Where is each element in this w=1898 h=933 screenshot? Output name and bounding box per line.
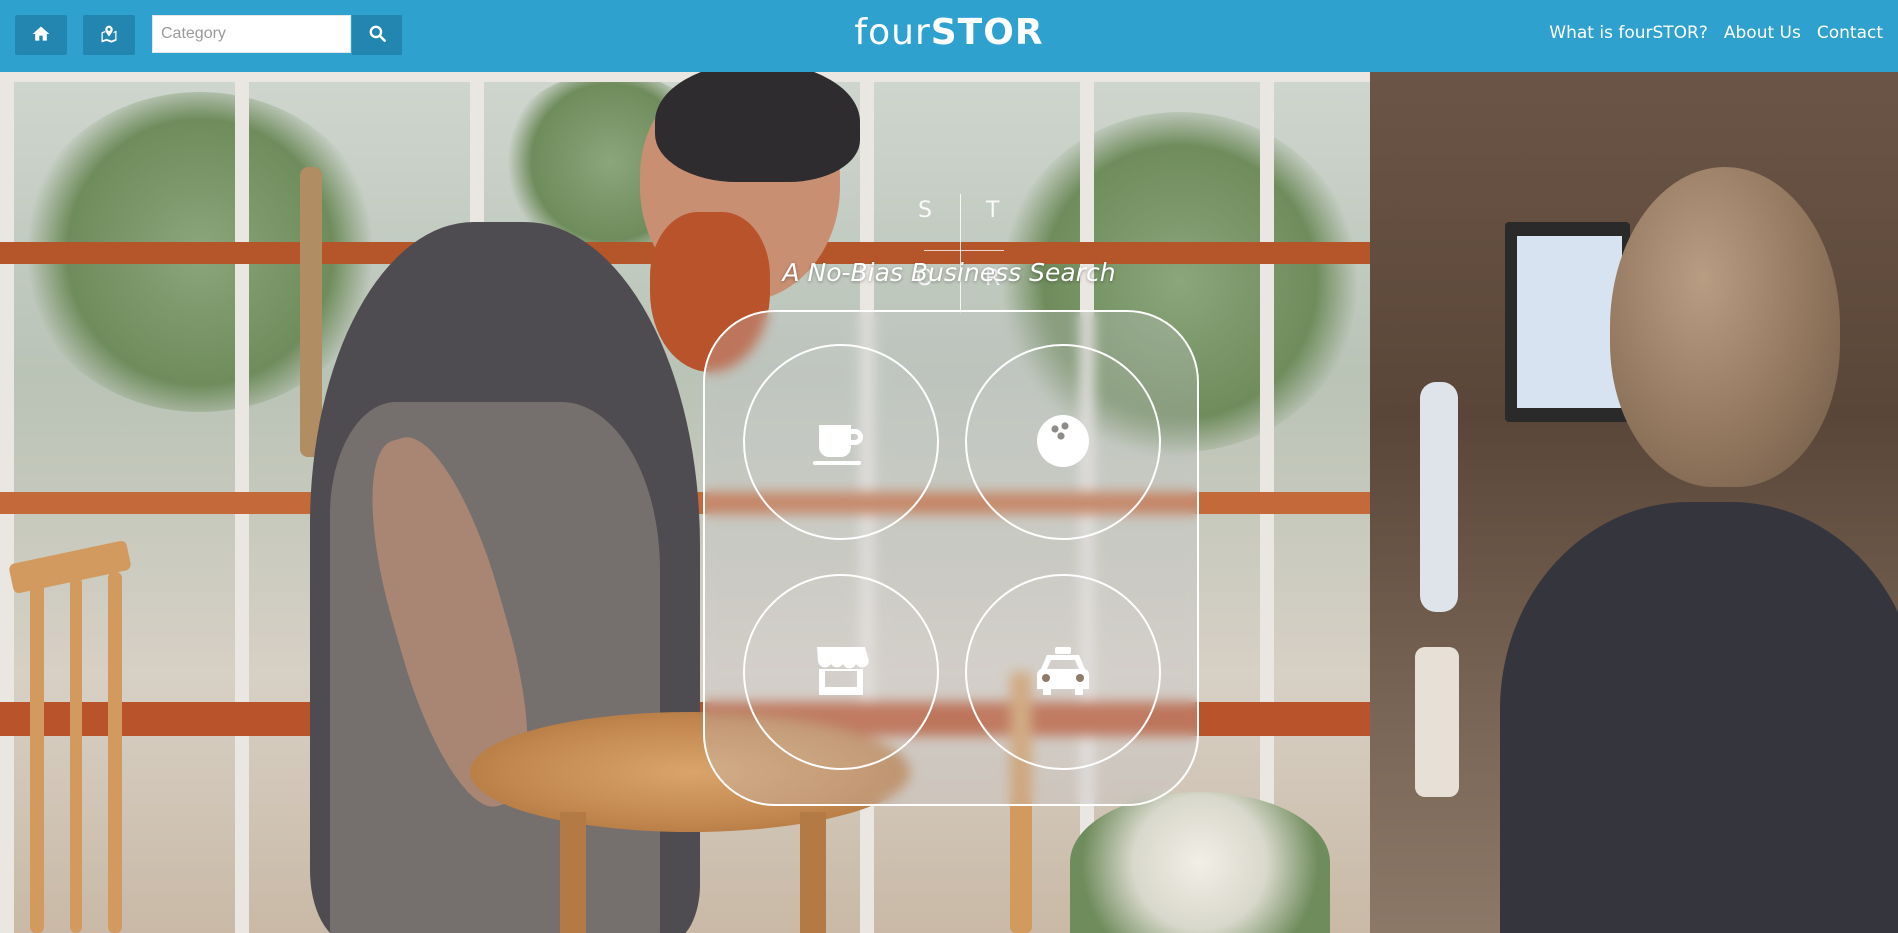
search-button[interactable] bbox=[352, 15, 402, 55]
brand-light-text: four bbox=[854, 12, 931, 53]
woman-figure bbox=[1500, 502, 1898, 933]
tagline: A No-Bias Business Search bbox=[782, 258, 1116, 287]
category-taxi-button[interactable] bbox=[965, 574, 1161, 770]
map-icon bbox=[99, 24, 119, 47]
brand-link[interactable]: fourSTOR bbox=[854, 12, 1043, 53]
logo-letter-t: T bbox=[986, 198, 1000, 223]
search-icon bbox=[368, 24, 387, 46]
brand-bold-text: STOR bbox=[930, 12, 1044, 53]
category-shop-button[interactable] bbox=[743, 574, 939, 770]
map-button[interactable] bbox=[83, 15, 135, 55]
home-icon bbox=[31, 24, 51, 47]
nav-link-what-is[interactable]: What is fourSTOR? bbox=[1549, 23, 1708, 43]
nav-link-contact[interactable]: Contact bbox=[1817, 23, 1883, 43]
bowling-ball-icon bbox=[1031, 409, 1095, 476]
category-search-input[interactable] bbox=[152, 15, 351, 53]
top-navbar: fourSTOR What is fourSTOR? About Us Cont… bbox=[0, 0, 1898, 72]
stor-grid-logo: S T O R bbox=[894, 192, 1034, 322]
logo-letter-s: S bbox=[918, 198, 932, 223]
category-bowling-button[interactable] bbox=[965, 344, 1161, 540]
taxi-icon bbox=[1031, 639, 1095, 706]
category-panel bbox=[703, 310, 1199, 806]
coffee-cup-icon bbox=[809, 409, 873, 476]
category-coffee-button[interactable] bbox=[743, 344, 939, 540]
home-button[interactable] bbox=[15, 15, 67, 55]
nav-link-about[interactable]: About Us bbox=[1724, 23, 1801, 43]
storefront-icon bbox=[809, 639, 873, 706]
main-nav: What is fourSTOR? About Us Contact bbox=[1549, 23, 1883, 43]
